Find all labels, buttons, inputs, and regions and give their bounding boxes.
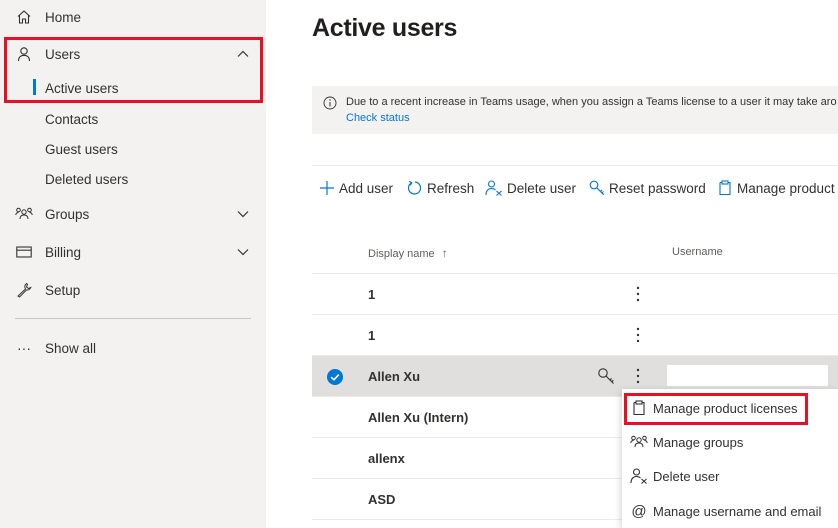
sidebar-item-label: Setup (45, 282, 81, 298)
sidebar-item-label: Groups (45, 206, 90, 222)
groups-icon (15, 205, 33, 223)
row-display-name[interactable]: Allen Xu (368, 369, 420, 384)
sidebar-item-setup[interactable]: Setup (0, 275, 266, 305)
reset-password-button[interactable]: Reset password (589, 178, 706, 198)
menu-item-manage-username-email[interactable]: @ Manage username and email (622, 494, 838, 528)
menu-item-label: Delete user (653, 468, 720, 484)
menu-item-manage-groups[interactable]: Manage groups (622, 425, 838, 459)
refresh-icon (407, 180, 422, 195)
refresh-button[interactable]: Refresh (407, 178, 474, 198)
row-display-name[interactable]: ASD (368, 492, 395, 507)
sidebar-item-guest-users[interactable]: Guest users (45, 142, 118, 157)
table-row[interactable]: 1 (312, 315, 838, 356)
check-status-link[interactable]: Check status (346, 112, 410, 124)
row-display-name[interactable]: 1 (368, 287, 375, 302)
more-options-icon[interactable] (632, 326, 644, 344)
page-title: Active users (312, 14, 458, 42)
sidebar-item-show-all[interactable]: ··· Show all (0, 333, 266, 363)
sidebar-item-label: Home (45, 9, 82, 25)
row-display-name[interactable]: Allen Xu (Intern) (368, 410, 468, 425)
reset-password-key-icon[interactable] (597, 367, 615, 385)
row-display-name[interactable]: allenx (368, 451, 405, 466)
selected-check-icon[interactable] (327, 369, 343, 385)
highlight-users-section (4, 37, 263, 103)
banner-message: Due to a recent increase in Teams usage,… (346, 96, 837, 108)
menu-item-label: Manage groups (653, 434, 744, 450)
info-banner: Due to a recent increase in Teams usage,… (312, 86, 838, 134)
sidebar-divider (15, 318, 251, 319)
ellipsis-icon: ··· (17, 340, 31, 356)
manage-product-label: Manage product (737, 180, 835, 196)
license-icon (719, 180, 731, 196)
delete-user-button[interactable]: Delete user (485, 178, 576, 198)
delete-user-icon (630, 467, 648, 485)
delete-user-icon (485, 180, 502, 196)
key-icon (589, 180, 605, 196)
toolbar-divider (312, 165, 838, 166)
more-options-icon[interactable] (632, 367, 644, 385)
plus-icon (320, 181, 334, 195)
sidebar-item-groups[interactable]: Groups (0, 199, 266, 229)
add-user-label: Add user (339, 180, 394, 196)
manage-product-licenses-button[interactable]: Manage product (717, 178, 835, 198)
menu-item-delete-user[interactable]: Delete user (622, 459, 838, 493)
credit-card-icon (15, 243, 33, 261)
sidebar-item-label: Show all (45, 340, 97, 356)
refresh-label: Refresh (427, 180, 475, 196)
menu-item-label: Manage username and email (653, 503, 822, 519)
add-user-button[interactable]: Add user (319, 178, 393, 198)
sidebar-item-billing[interactable]: Billing (0, 237, 266, 267)
home-icon (15, 8, 33, 26)
chevron-down-icon (237, 211, 249, 218)
column-display-name-label: Display name (368, 248, 435, 260)
sidebar-item-deleted-users[interactable]: Deleted users (45, 172, 128, 187)
sidebar-item-home[interactable]: Home (0, 2, 266, 32)
sort-ascending-icon: ↑ (441, 246, 448, 260)
highlight-manage-licenses (624, 393, 808, 425)
sidebar: Home Users Active users Contacts Guest u… (0, 0, 266, 528)
sidebar-item-contacts[interactable]: Contacts (45, 112, 98, 127)
wrench-icon (15, 281, 33, 299)
groups-icon (630, 433, 648, 451)
more-options-icon[interactable] (632, 285, 644, 303)
sidebar-item-label: Billing (45, 244, 82, 260)
chevron-down-icon (237, 249, 249, 256)
reset-password-label: Reset password (609, 180, 706, 196)
row-display-name[interactable]: 1 (368, 328, 375, 343)
column-display-name[interactable]: Display name ↑ (368, 246, 448, 260)
username-redacted (667, 365, 828, 386)
delete-user-label: Delete user (507, 180, 577, 196)
column-username[interactable]: Username (672, 246, 723, 258)
at-sign-icon: @ (631, 502, 647, 520)
table-row[interactable]: 1 (312, 274, 838, 315)
info-icon (323, 96, 337, 115)
